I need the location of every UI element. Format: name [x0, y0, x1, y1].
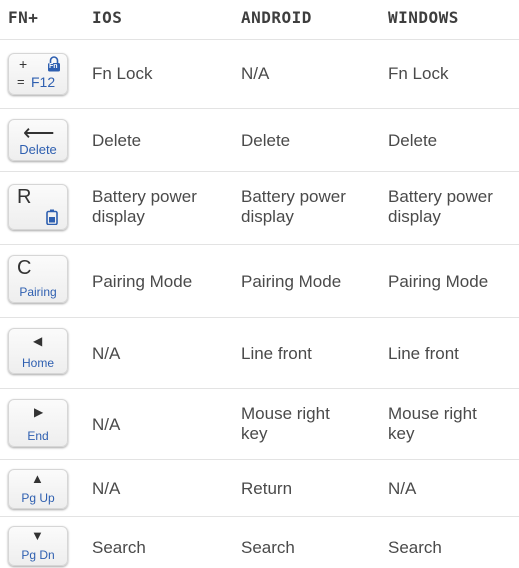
table-row: + = F12 Fn Fn Lock N/A Fn Lock [0, 40, 519, 108]
key-pairing-label: Pairing [19, 285, 57, 299]
table-row: C Pairing Pairing Mode Pairing Mode Pair… [0, 245, 519, 317]
table-row: ▼ Pg Dn Search Search Search [0, 517, 519, 568]
key-end-label: End [27, 429, 49, 443]
cell-android: Return [241, 479, 293, 498]
cell-android: Battery power display [241, 187, 346, 226]
key-pg-up-label: Pg Up [21, 491, 55, 505]
cell-ios: N/A [92, 415, 121, 434]
down-triangle-icon: ▼ [31, 528, 44, 543]
battery-icon [46, 209, 58, 226]
key-equals-symbol: = [17, 74, 25, 89]
header-ios: IOS [92, 8, 123, 27]
cell-ios: Search [92, 538, 146, 557]
table-header: FN+ IOS ANDROID WINDOWS [0, 0, 519, 40]
table-row: ▲ Pg Up N/A Return N/A [0, 460, 519, 516]
key-home: ◀ Home [8, 328, 68, 374]
cell-ios: Fn Lock [92, 64, 153, 83]
table-row: ◀ Home N/A Line front Line front [0, 318, 519, 388]
fn-icon-text: Fn [49, 63, 58, 70]
cell-windows: Delete [388, 131, 438, 150]
cell-windows: Mouse right key [388, 404, 477, 443]
cell-android: Line front [241, 344, 312, 363]
table-row: R Battery power display Battery power di… [0, 172, 519, 244]
key-fn-lock: + = F12 Fn [8, 53, 68, 95]
cell-windows: Pairing Mode [388, 272, 489, 291]
key-home-label: Home [21, 356, 54, 370]
cell-android: Search [241, 538, 295, 557]
table-row: ▶ End N/A Mouse right key Mouse right ke… [0, 389, 519, 459]
cell-android: Mouse right key [241, 404, 330, 443]
up-triangle-icon: ▲ [31, 471, 44, 486]
header-fn: FN+ [8, 8, 39, 27]
header-android: ANDROID [241, 8, 312, 27]
key-delete: ⟵ Delete [8, 119, 68, 161]
key-plus-symbol: + [19, 56, 28, 72]
cell-windows: Battery power display [388, 187, 493, 226]
right-triangle-icon: ▶ [34, 405, 44, 419]
cell-ios: N/A [92, 344, 121, 363]
key-delete-label: Delete [19, 142, 57, 157]
cell-android: N/A [241, 64, 270, 83]
cell-android: Delete [241, 131, 291, 150]
key-pg-dn: ▼ Pg Dn [8, 526, 68, 566]
cell-windows: Line front [388, 344, 459, 363]
key-letter-r: R [17, 186, 32, 208]
header-windows: WINDOWS [388, 8, 459, 27]
cell-android: Pairing Mode [241, 272, 342, 291]
key-pg-up: ▲ Pg Up [8, 469, 68, 509]
cell-ios: N/A [92, 479, 121, 498]
key-f12-label: F12 [31, 74, 56, 90]
cell-ios: Delete [92, 131, 142, 150]
cell-windows: N/A [388, 479, 417, 498]
table-row: ⟵ Delete Delete Delete Delete [0, 109, 519, 171]
cell-windows: Fn Lock [388, 64, 449, 83]
cell-ios: Battery power display [92, 187, 197, 226]
key-letter-c: C [17, 257, 32, 279]
cell-windows: Search [388, 538, 442, 557]
fn-lock-icon: Fn [47, 56, 61, 72]
key-r-battery: R [8, 184, 68, 230]
cell-ios: Pairing Mode [92, 272, 193, 291]
key-c-pairing: C Pairing [8, 255, 68, 303]
key-pg-dn-label: Pg Dn [21, 548, 55, 562]
key-end: ▶ End [8, 399, 68, 447]
left-triangle-icon: ◀ [33, 334, 43, 348]
